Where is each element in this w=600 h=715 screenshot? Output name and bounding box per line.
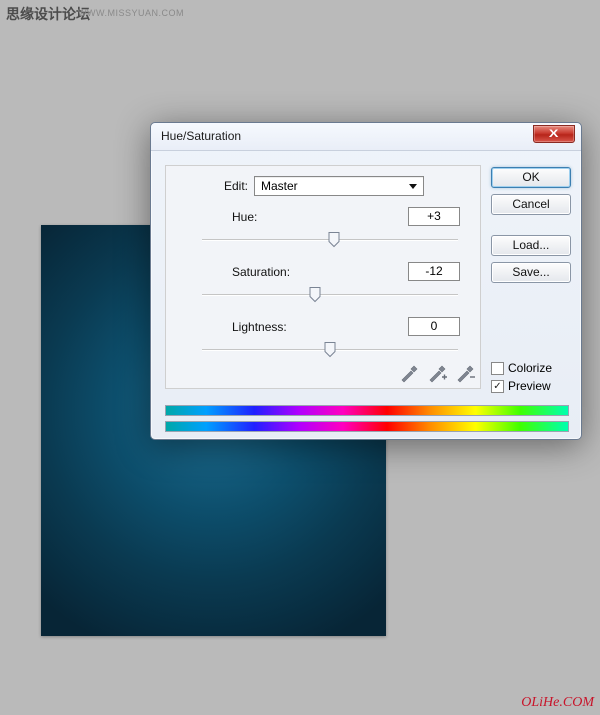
dialog-title: Hue/Saturation bbox=[161, 129, 241, 143]
load-button[interactable]: Load... bbox=[491, 235, 571, 256]
lightness-value-input[interactable]: 0 bbox=[408, 317, 460, 336]
colorize-label: Colorize bbox=[508, 361, 552, 375]
edit-combo[interactable]: Master bbox=[254, 176, 424, 196]
slider-thumb-icon bbox=[309, 287, 320, 303]
hue-slider[interactable] bbox=[202, 232, 458, 248]
spectrum-top bbox=[165, 405, 569, 416]
params-group: Edit: Master Hue: +3 Saturation: -1 bbox=[165, 165, 481, 389]
edit-combo-value: Master bbox=[261, 179, 298, 193]
chevron-down-icon bbox=[409, 184, 417, 189]
checkbox-icon bbox=[491, 362, 504, 375]
close-button[interactable]: X bbox=[533, 125, 575, 143]
eyedropper-tools bbox=[399, 365, 475, 383]
dialog-side-buttons: OK Cancel Load... Save... bbox=[491, 167, 571, 289]
hue-value-input[interactable]: +3 bbox=[408, 207, 460, 226]
checkbox-icon: ✓ bbox=[491, 380, 504, 393]
saturation-value-input[interactable]: -12 bbox=[408, 262, 460, 281]
preview-label: Preview bbox=[508, 379, 551, 393]
hue-label: Hue: bbox=[232, 210, 257, 224]
save-button[interactable]: Save... bbox=[491, 262, 571, 283]
eyedropper-minus-icon[interactable] bbox=[455, 365, 475, 383]
close-icon: X bbox=[549, 127, 559, 141]
spectra bbox=[165, 405, 569, 432]
slider-track bbox=[202, 294, 458, 296]
preview-checkbox[interactable]: ✓ Preview bbox=[491, 379, 591, 393]
eyedropper-plus-icon[interactable] bbox=[427, 365, 447, 383]
edit-label: Edit: bbox=[166, 179, 248, 193]
cancel-button[interactable]: Cancel bbox=[491, 194, 571, 215]
colorize-checkbox[interactable]: Colorize bbox=[491, 361, 591, 375]
hue-slider-thumb[interactable] bbox=[328, 232, 339, 248]
page-url: WWW.MISSYUAN.COM bbox=[78, 8, 184, 18]
dialog-titlebar[interactable]: Hue/Saturation X bbox=[151, 123, 581, 151]
lightness-slider-thumb[interactable] bbox=[325, 342, 336, 358]
bottom-brand: OLiHe.COM bbox=[521, 695, 594, 711]
eyedropper-icon[interactable] bbox=[399, 365, 419, 383]
slider-thumb-icon bbox=[328, 232, 339, 248]
dialog-body: Edit: Master Hue: +3 Saturation: -1 bbox=[151, 151, 581, 175]
saturation-label: Saturation: bbox=[232, 265, 290, 279]
saturation-slider[interactable] bbox=[202, 287, 458, 303]
ok-button[interactable]: OK bbox=[491, 167, 571, 188]
spectrum-bottom bbox=[165, 421, 569, 432]
saturation-slider-thumb[interactable] bbox=[309, 287, 320, 303]
lightness-label: Lightness: bbox=[232, 320, 287, 334]
dialog-checkboxes: Colorize ✓ Preview bbox=[491, 361, 591, 397]
slider-thumb-icon bbox=[325, 342, 336, 358]
hue-saturation-dialog: Hue/Saturation X Edit: Master Hue: +3 bbox=[150, 122, 582, 440]
lightness-slider[interactable] bbox=[202, 342, 458, 358]
